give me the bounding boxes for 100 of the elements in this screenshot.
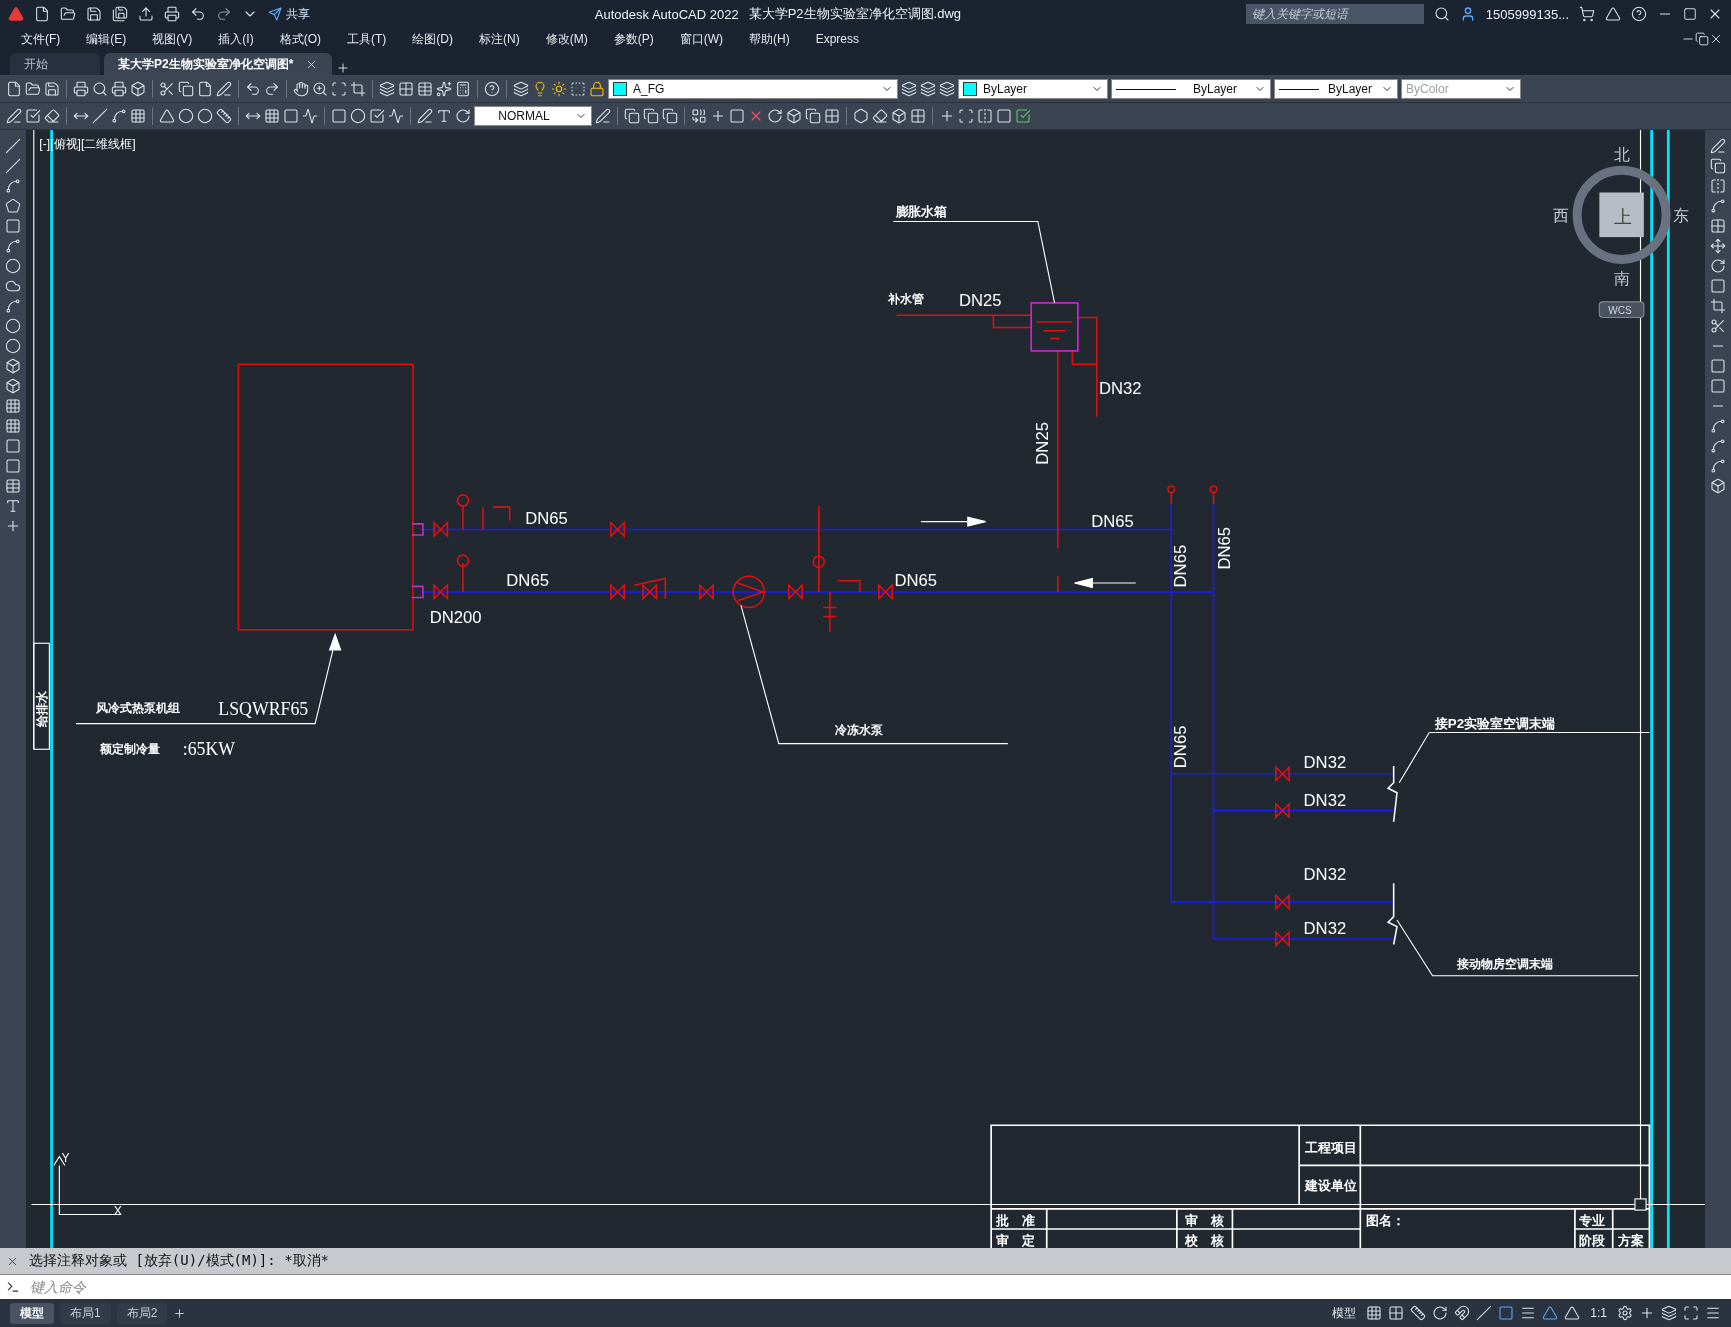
rotate-icon[interactable] bbox=[1710, 258, 1726, 274]
erase-icon[interactable] bbox=[44, 108, 60, 124]
annotate-icon[interactable] bbox=[6, 108, 22, 124]
folder-icon[interactable] bbox=[25, 81, 41, 97]
lock-icon[interactable] bbox=[589, 81, 605, 97]
sun-icon[interactable] bbox=[551, 81, 567, 97]
ellipse-arc-icon[interactable] bbox=[5, 338, 21, 354]
selection-icon[interactable] bbox=[1498, 1305, 1515, 1321]
menu-item[interactable]: 绘图(D) bbox=[399, 30, 466, 48]
move-icon[interactable] bbox=[1710, 238, 1726, 254]
menu-item[interactable]: 工具(T) bbox=[334, 30, 400, 48]
restore-icon[interactable] bbox=[1695, 32, 1709, 46]
add-layout-icon[interactable] bbox=[173, 1306, 187, 1320]
new-tab-icon[interactable] bbox=[336, 61, 351, 75]
save-as-icon[interactable] bbox=[112, 6, 128, 22]
polyline-icon[interactable] bbox=[5, 178, 21, 194]
hatch-icon[interactable] bbox=[5, 418, 21, 434]
new-file-icon[interactable] bbox=[34, 6, 50, 22]
scan-icon[interactable] bbox=[958, 108, 974, 124]
save-icon[interactable] bbox=[44, 81, 60, 97]
snap-icon[interactable] bbox=[1388, 1305, 1405, 1321]
menu-item[interactable]: 视图(V) bbox=[139, 30, 206, 48]
array-icon[interactable] bbox=[1710, 218, 1726, 234]
cloud-icon[interactable] bbox=[5, 278, 21, 294]
pen-icon[interactable] bbox=[1710, 138, 1726, 154]
help-icon[interactable] bbox=[484, 81, 500, 97]
terminal-icon[interactable] bbox=[6, 1280, 20, 1294]
arc-icon[interactable] bbox=[5, 238, 21, 254]
annotation-scale-icon[interactable] bbox=[1564, 1305, 1581, 1321]
lineweight-dropdown[interactable]: ByLayer bbox=[1274, 79, 1398, 99]
insert-icon[interactable] bbox=[939, 108, 955, 124]
eraser-icon[interactable] bbox=[872, 108, 888, 124]
fullscreen-icon[interactable] bbox=[1683, 1305, 1699, 1321]
ruler-icon[interactable] bbox=[216, 108, 232, 124]
circle-icon[interactable] bbox=[5, 258, 21, 274]
match-icon[interactable] bbox=[216, 81, 232, 97]
stretch-icon[interactable] bbox=[1710, 298, 1726, 314]
viewcube-face[interactable] bbox=[1599, 192, 1644, 238]
help-icon[interactable] bbox=[1631, 6, 1647, 22]
menu-icon[interactable] bbox=[1705, 1305, 1721, 1321]
search-field[interactable]: 键入关键字或短语 bbox=[1245, 4, 1424, 24]
table-icon[interactable] bbox=[5, 478, 21, 494]
layout-tab[interactable]: 模型 bbox=[10, 1302, 54, 1324]
user-name[interactable]: 1505999135... bbox=[1485, 6, 1569, 22]
text-edit-icon[interactable] bbox=[436, 108, 452, 124]
angle-icon[interactable] bbox=[159, 108, 175, 124]
spline-icon[interactable] bbox=[5, 298, 21, 314]
dimension-style-dropdown[interactable]: NORMAL bbox=[474, 106, 592, 126]
ellipse-icon[interactable] bbox=[5, 318, 21, 334]
text-icon[interactable] bbox=[5, 498, 21, 514]
radius-icon[interactable] bbox=[178, 108, 194, 124]
layout-tab[interactable]: 布局2 bbox=[116, 1302, 168, 1324]
check-icon[interactable] bbox=[1015, 108, 1031, 124]
maximize-icon[interactable] bbox=[1683, 7, 1697, 21]
copy-icon[interactable] bbox=[1710, 158, 1726, 174]
menu-item[interactable]: 格式(O) bbox=[266, 30, 334, 48]
edit-icon[interactable] bbox=[417, 108, 433, 124]
menu-item[interactable]: Express bbox=[802, 32, 872, 46]
mirror-icon[interactable] bbox=[1710, 178, 1726, 194]
osnap-icon[interactable] bbox=[1454, 1305, 1471, 1321]
layer-previous-icon[interactable] bbox=[939, 81, 955, 97]
menu-item[interactable]: 编辑(E) bbox=[73, 30, 140, 48]
stack-icon[interactable] bbox=[662, 108, 678, 124]
linetype-dropdown[interactable]: ByLayer bbox=[1111, 79, 1271, 99]
document-tab[interactable]: 某大学P2生物实验室净化空调图* bbox=[104, 53, 333, 75]
search-icon[interactable] bbox=[1433, 6, 1450, 22]
arc-dimension-icon[interactable] bbox=[111, 108, 127, 124]
properties-icon[interactable] bbox=[379, 81, 395, 97]
update-icon[interactable] bbox=[455, 108, 471, 124]
array-icon[interactable] bbox=[910, 108, 926, 124]
insert-icon[interactable] bbox=[710, 108, 726, 124]
cart-icon[interactable] bbox=[1579, 6, 1595, 22]
plot-icon[interactable] bbox=[111, 81, 127, 97]
layer-dropdown[interactable]: A_FG bbox=[608, 79, 898, 99]
menu-item[interactable]: 插入(I) bbox=[205, 30, 267, 48]
zoom-window-icon[interactable] bbox=[331, 81, 347, 97]
redo-icon[interactable] bbox=[264, 81, 280, 97]
add-icon[interactable] bbox=[5, 518, 21, 534]
plus-icon[interactable] bbox=[1639, 1305, 1655, 1321]
scale-dropdown[interactable]: 1:1 bbox=[1586, 1304, 1611, 1322]
settings-icon[interactable] bbox=[1617, 1305, 1633, 1321]
aligned-dimension-icon[interactable] bbox=[92, 108, 108, 124]
point-icon[interactable] bbox=[5, 398, 21, 414]
menu-item[interactable]: 帮助(H) bbox=[736, 30, 803, 48]
mirror-icon[interactable] bbox=[977, 108, 993, 124]
layer-state-icon[interactable] bbox=[901, 81, 917, 97]
construction-line-icon[interactable] bbox=[5, 158, 21, 174]
polygon-icon[interactable] bbox=[5, 198, 21, 214]
diameter-icon[interactable] bbox=[197, 108, 213, 124]
lineweight-icon[interactable] bbox=[1476, 1305, 1493, 1321]
preview-icon[interactable] bbox=[92, 81, 108, 97]
command-input[interactable]: 键入命令 bbox=[28, 1278, 1731, 1296]
rotate-icon[interactable] bbox=[767, 108, 783, 124]
menu-item[interactable]: 参数(P) bbox=[600, 30, 667, 48]
upload-icon[interactable] bbox=[138, 6, 154, 22]
stack-icon[interactable] bbox=[624, 108, 640, 124]
printer-icon[interactable] bbox=[73, 81, 89, 97]
layout-tab[interactable]: 布局1 bbox=[60, 1302, 111, 1324]
folder-icon[interactable] bbox=[60, 6, 76, 22]
cut-icon[interactable] bbox=[159, 81, 175, 97]
